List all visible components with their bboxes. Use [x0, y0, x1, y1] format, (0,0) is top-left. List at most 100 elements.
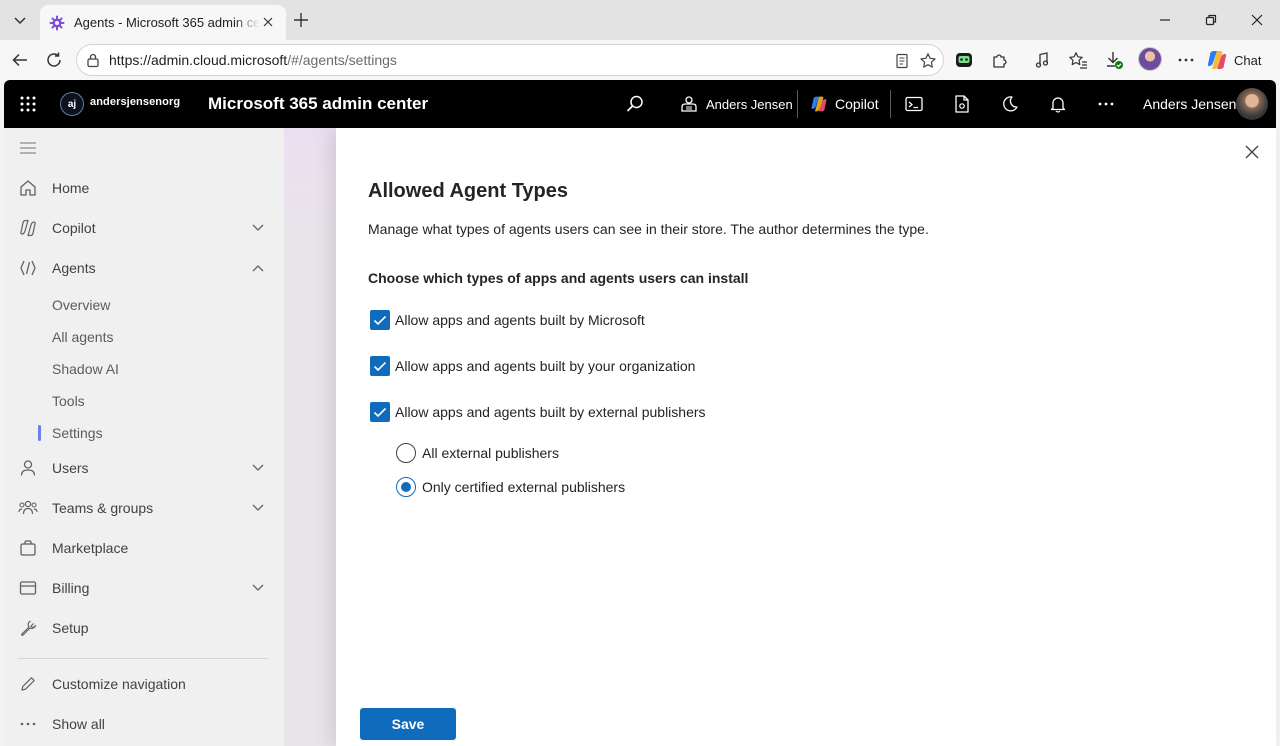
collapse-navigation-button[interactable] [18, 138, 38, 158]
checkbox-checked[interactable] [370, 402, 390, 422]
nav-item-home[interactable]: Home [4, 168, 284, 208]
puzzle-icon [993, 54, 1007, 68]
nav-sublabel: Shadow AI [52, 361, 119, 377]
tab-title: Agents - Microsoft 365 admin center [74, 15, 260, 30]
nav-subitem-tools[interactable]: Tools [4, 385, 284, 417]
browser-tab-active[interactable]: Agents - Microsoft 365 admin center [40, 5, 286, 40]
background-gradient [284, 128, 336, 238]
selected-indicator [38, 425, 41, 441]
nav-item-marketplace[interactable]: Marketplace [4, 528, 284, 568]
nav-sublabel: Tools [52, 393, 85, 409]
search-button[interactable] [623, 92, 647, 116]
document-gear-icon [955, 95, 969, 113]
admin-center-favicon-icon [49, 15, 65, 30]
favorites-button[interactable] [1066, 48, 1090, 72]
more-horizontal-icon [18, 714, 38, 734]
nav-label: Copilot [52, 220, 96, 236]
document-settings-button[interactable] [950, 92, 974, 116]
refresh-button[interactable] [40, 46, 68, 74]
nav-subitem-all-agents[interactable]: All agents [4, 321, 284, 353]
nav-item-billing[interactable]: Billing [4, 568, 284, 608]
address-bar[interactable]: https://admin.cloud.microsoft/#/agents/s… [76, 44, 944, 76]
chevron-down-icon [250, 500, 266, 516]
checkbox-label: Allow apps and agents built by Microsoft [395, 312, 645, 328]
nav-divider [18, 658, 268, 659]
more-options-button[interactable] [1094, 92, 1118, 116]
search-icon [626, 95, 643, 112]
nav-label: Setup [52, 620, 89, 636]
nav-subitem-settings[interactable]: Settings [4, 417, 284, 449]
reader-view-button[interactable] [893, 52, 911, 70]
show-all-button[interactable]: Show all [4, 704, 284, 744]
nav-subitem-shadow-ai[interactable]: Shadow AI [4, 353, 284, 385]
nav-label: Marketplace [52, 540, 129, 556]
close-icon [1245, 145, 1259, 159]
copilot-chat-button[interactable]: Chat [1206, 48, 1261, 72]
star-icon [920, 53, 936, 68]
url-host: https://admin.cloud.microsoft [109, 52, 288, 68]
extensions-button[interactable] [988, 48, 1012, 72]
app-launcher-button[interactable] [16, 92, 40, 116]
nav-label: Users [52, 460, 89, 476]
nav-item-setup[interactable]: Setup [4, 608, 284, 648]
radio-all-external-publishers[interactable]: All external publishers [396, 442, 559, 464]
chevron-down-icon [250, 580, 266, 596]
copilot-icon [18, 218, 38, 238]
user-avatar[interactable] [1236, 88, 1268, 120]
more-horizontal-icon [1098, 102, 1114, 106]
bag-icon [18, 538, 38, 558]
terminal-icon [905, 96, 923, 112]
cloud-shell-button[interactable] [902, 92, 926, 116]
checkbox-microsoft-agents[interactable]: Allow apps and agents built by Microsoft [370, 309, 645, 331]
new-tab-button[interactable] [288, 6, 314, 34]
nav-item-users[interactable]: Users [4, 448, 284, 488]
billing-icon [18, 578, 38, 598]
chevron-up-icon [250, 260, 266, 276]
directory-user-button[interactable]: Anders Jensen [680, 92, 793, 116]
checkbox-external-agents[interactable]: Allow apps and agents built by external … [370, 401, 706, 423]
signed-in-user-name[interactable]: Anders Jensen [1143, 96, 1236, 112]
browser-toolbar: https://admin.cloud.microsoft/#/agents/s… [0, 40, 1280, 80]
extension-robot-button[interactable] [952, 48, 976, 72]
checkbox-label: Allow apps and agents built by your orga… [395, 358, 696, 374]
restore-window-button[interactable] [1188, 0, 1234, 40]
favorite-button[interactable] [919, 52, 937, 70]
checkbox-checked[interactable] [370, 310, 390, 330]
nav-subitem-overview[interactable]: Overview [4, 289, 284, 321]
checkbox-organization-agents[interactable]: Allow apps and agents built by your orga… [370, 355, 695, 377]
tab-close-button[interactable] [260, 14, 276, 30]
download-icon [1107, 52, 1123, 69]
minimize-window-button[interactable] [1142, 0, 1188, 40]
back-button[interactable] [6, 46, 34, 74]
panel-close-button[interactable] [1242, 142, 1262, 162]
nav-label: Customize navigation [52, 676, 186, 692]
browser-menu-button[interactable] [1174, 48, 1198, 72]
radio-label: All external publishers [422, 445, 559, 461]
dark-mode-button[interactable] [998, 92, 1022, 116]
notifications-button[interactable] [1046, 92, 1070, 116]
save-button[interactable]: Save [360, 708, 456, 740]
radio-certified-external-publishers[interactable]: Only certified external publishers [396, 476, 625, 498]
header-copilot-button[interactable]: Copilot [810, 92, 879, 116]
checkbox-checked[interactable] [370, 356, 390, 376]
nav-label: Show all [52, 716, 105, 732]
radio-selected[interactable] [396, 477, 416, 497]
nav-item-agents[interactable]: Agents [4, 248, 284, 288]
minimize-icon [1160, 19, 1170, 21]
close-window-button[interactable] [1234, 0, 1280, 40]
customize-navigation-button[interactable]: Customize navigation [4, 664, 284, 704]
downloads-button[interactable] [1102, 48, 1126, 72]
checkbox-label: Allow apps and agents built by external … [395, 404, 706, 420]
moon-icon [1003, 96, 1018, 112]
browser-profile-avatar[interactable] [1138, 47, 1162, 71]
nav-item-teams-groups[interactable]: Teams & groups [4, 488, 284, 528]
chevron-down-icon [250, 220, 266, 236]
app-title[interactable]: Microsoft 365 admin center [208, 94, 428, 114]
checkmark-icon [373, 315, 387, 325]
media-button[interactable] [1030, 48, 1054, 72]
tab-list-button[interactable] [6, 6, 34, 34]
radio-unselected[interactable] [396, 443, 416, 463]
wrench-icon [18, 618, 38, 638]
org-name: andersjensenorg [90, 96, 181, 108]
nav-item-copilot[interactable]: Copilot [4, 208, 284, 248]
